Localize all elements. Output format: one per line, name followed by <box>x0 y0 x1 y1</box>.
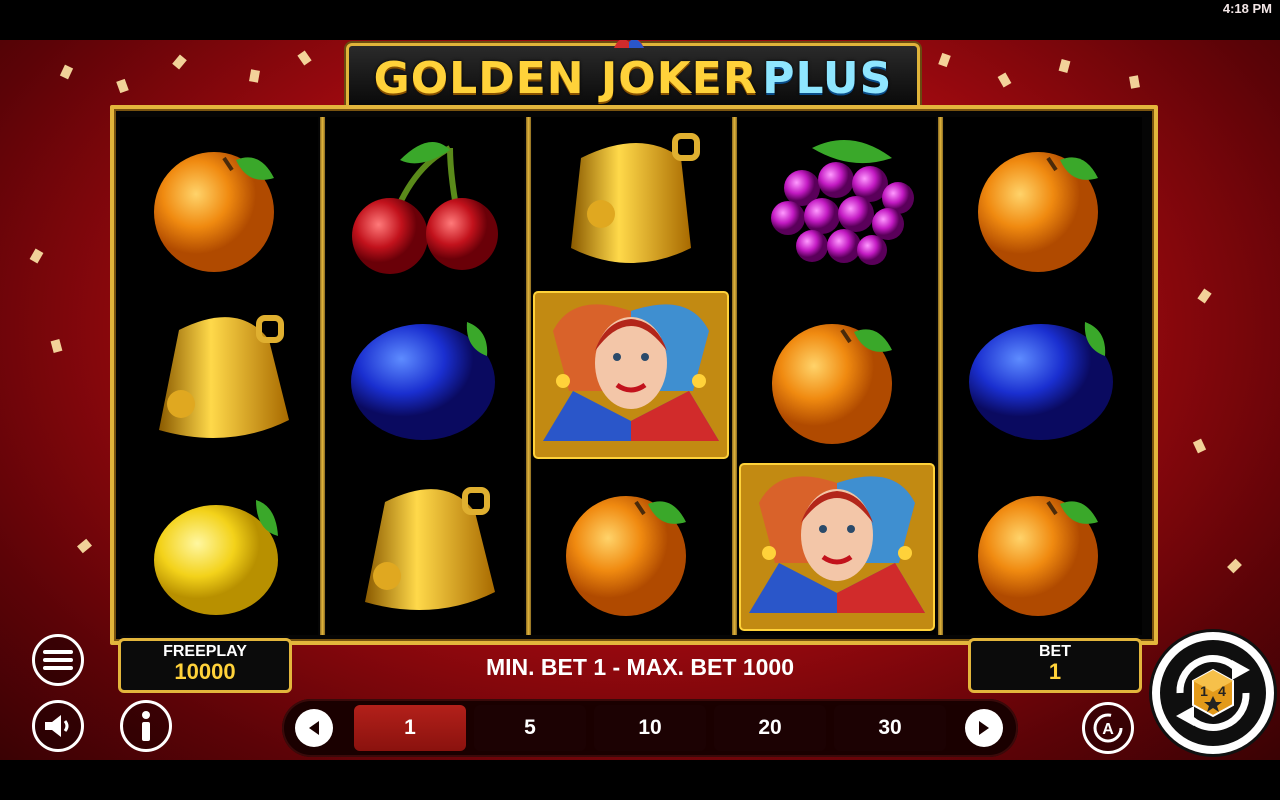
symbol-orange <box>532 461 730 633</box>
bet-option-1[interactable]: 1 <box>354 705 466 751</box>
symbol-orange <box>738 289 936 461</box>
joker-icon <box>533 291 729 459</box>
bet-option-5[interactable]: 5 <box>474 705 586 751</box>
cherry-icon <box>352 142 498 274</box>
spin-button-face: 1 4 <box>1160 640 1266 746</box>
bottom-bar <box>0 760 1280 800</box>
info-button[interactable] <box>120 700 172 752</box>
spin-badge-digit-1: 1 <box>1200 683 1208 699</box>
confetti-piece <box>50 339 63 353</box>
confetti-piece <box>997 72 1012 88</box>
symbol-orange <box>944 117 1142 289</box>
spin-badge-digit-2: 4 <box>1218 683 1226 699</box>
reel-3 <box>532 117 730 635</box>
bet-option-10[interactable]: 10 <box>594 705 706 751</box>
confetti-piece <box>1197 288 1212 304</box>
symbol-grapes <box>738 117 936 289</box>
confetti-piece <box>249 69 260 83</box>
joker-icon <box>739 463 935 631</box>
bet-value: 1 <box>1048 659 1062 684</box>
orange-icon <box>978 496 1098 616</box>
plum-icon <box>969 322 1113 440</box>
orange-icon <box>978 152 1098 272</box>
speaker-icon <box>45 715 69 737</box>
orange-icon <box>566 496 686 616</box>
bet-option-30[interactable]: 30 <box>834 705 946 751</box>
bet-selector: 1 5 10 20 30 <box>282 699 1018 757</box>
bell-icon <box>365 487 495 610</box>
confetti-piece <box>1192 438 1207 454</box>
confetti-piece <box>1058 59 1071 73</box>
reel-divider <box>938 117 943 635</box>
grapes-icon <box>771 140 914 265</box>
spin-button[interactable]: 1 4 <box>1152 632 1274 754</box>
confetti-piece <box>59 64 74 80</box>
logo-text-golden-joker: GOLDEN JOKER <box>373 53 758 104</box>
hamburger-menu-icon <box>43 650 73 670</box>
symbol-cherry <box>326 117 524 289</box>
bet-option-20[interactable]: 20 <box>714 705 826 751</box>
sound-button[interactable] <box>32 700 84 752</box>
bet-prev-button[interactable] <box>295 709 333 747</box>
orange-icon <box>154 152 274 272</box>
symbol-lemon <box>120 461 318 633</box>
reel-divider <box>320 117 325 635</box>
confetti-piece <box>938 52 951 68</box>
status-bar: 4:18 PM <box>0 0 1280 40</box>
reel-1 <box>120 117 318 635</box>
confetti-piece <box>29 248 44 264</box>
reel-2 <box>326 117 524 635</box>
confetti-piece <box>1129 75 1140 89</box>
symbol-bell <box>326 461 524 633</box>
reel-4 <box>738 117 936 635</box>
orange-icon <box>772 324 892 444</box>
spin-icon: 1 4 <box>1176 655 1250 731</box>
balance-panel: FREEPLAY 10000 <box>118 638 292 693</box>
autoplay-a-icon: A <box>1093 713 1123 743</box>
bet-limits-text: MIN. BET 1 - MAX. BET 1000 <box>485 654 794 680</box>
balance-value: 10000 <box>174 659 236 684</box>
symbol-orange <box>944 461 1142 633</box>
symbol-bell <box>120 289 318 461</box>
left-arrow-icon <box>309 721 319 735</box>
plum-icon <box>351 322 495 440</box>
bell-icon <box>159 315 289 438</box>
reel-divider <box>526 117 531 635</box>
jester-hat-icon <box>614 40 644 48</box>
bet-panel: BET 1 <box>968 638 1142 693</box>
confetti-piece <box>77 538 92 554</box>
symbol-joker <box>532 289 730 461</box>
confetti-piece <box>297 50 312 66</box>
game-stage: GOLDEN JOKER PLUS FREEPLAY 10000 MIN. BE… <box>0 40 1280 760</box>
confetti-piece <box>1227 558 1242 574</box>
svg-text:A: A <box>1102 721 1114 738</box>
logo-text-plus: PLUS <box>762 53 893 104</box>
confetti-piece <box>172 54 187 70</box>
reel-divider <box>732 117 737 635</box>
symbol-plum <box>944 289 1142 461</box>
bet-next-button[interactable] <box>965 709 1003 747</box>
symbol-plum <box>326 289 524 461</box>
bell-icon <box>571 133 700 263</box>
reel-grid <box>110 105 1158 645</box>
symbol-orange <box>120 117 318 289</box>
autoplay-button[interactable]: A <box>1082 702 1134 754</box>
lemon-icon <box>154 500 278 615</box>
reel-5 <box>944 117 1142 635</box>
symbol-joker <box>738 461 936 633</box>
right-arrow-icon <box>979 721 989 735</box>
menu-button[interactable] <box>32 634 84 686</box>
info-icon <box>142 711 150 741</box>
symbol-bell <box>532 117 730 289</box>
status-clock: 4:18 PM <box>1222 1 1272 16</box>
confetti-piece <box>116 78 129 94</box>
